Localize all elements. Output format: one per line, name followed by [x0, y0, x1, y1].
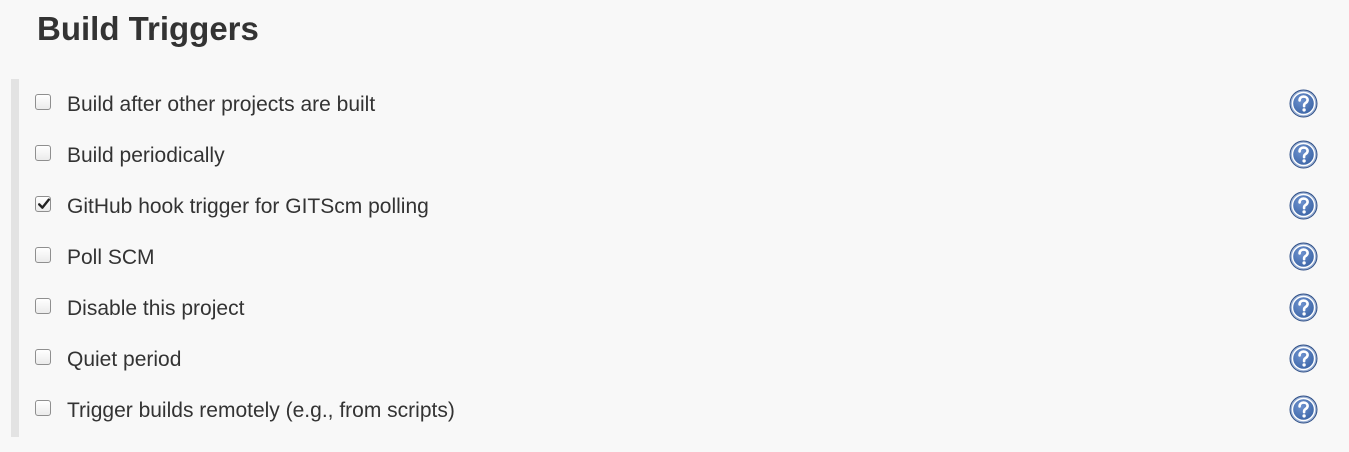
trigger-builds-remotely-label[interactable]: Trigger builds remotely (e.g., from scri… — [67, 399, 455, 423]
disable-project-checkbox[interactable] — [35, 298, 51, 314]
help-question-icon — [1289, 395, 1318, 424]
quiet-period-label[interactable]: Quiet period — [67, 348, 181, 372]
github-hook-trigger-checkbox[interactable] — [35, 196, 51, 212]
trigger-options-list: Build after other projects are built Bui… — [19, 79, 1349, 437]
trigger-option-poll-scm: Poll SCM — [19, 232, 1349, 283]
help-icon[interactable] — [1289, 242, 1318, 271]
help-icon[interactable] — [1289, 293, 1318, 322]
help-icon[interactable] — [1289, 191, 1318, 220]
trigger-option-quiet-period: Quiet period — [19, 334, 1349, 385]
github-hook-trigger-label[interactable]: GitHub hook trigger for GITScm polling — [67, 195, 429, 219]
trigger-option-build-periodically: Build periodically — [19, 130, 1349, 181]
help-icon[interactable] — [1289, 140, 1318, 169]
poll-scm-checkbox[interactable] — [35, 247, 51, 263]
help-question-icon — [1289, 242, 1318, 271]
trigger-option-build-after-other-projects: Build after other projects are built — [19, 79, 1349, 130]
help-icon[interactable] — [1289, 395, 1318, 424]
help-question-icon — [1289, 344, 1318, 373]
section-indent-rule — [11, 79, 19, 437]
trigger-option-github-hook: GitHub hook trigger for GITScm polling — [19, 181, 1349, 232]
build-periodically-checkbox[interactable] — [35, 145, 51, 161]
build-after-other-projects-checkbox[interactable] — [35, 94, 51, 110]
build-periodically-label[interactable]: Build periodically — [67, 144, 225, 168]
help-icon[interactable] — [1289, 89, 1318, 118]
help-question-icon — [1289, 140, 1318, 169]
checkmark-icon — [38, 198, 50, 209]
build-triggers-panel: Build Triggers Build after other project… — [0, 0, 1349, 452]
quiet-period-checkbox[interactable] — [35, 349, 51, 365]
help-question-icon — [1289, 89, 1318, 118]
trigger-option-disable-project: Disable this project — [19, 283, 1349, 334]
section-title: Build Triggers — [37, 10, 259, 47]
build-after-other-projects-label[interactable]: Build after other projects are built — [67, 93, 375, 117]
trigger-option-trigger-remotely: Trigger builds remotely (e.g., from scri… — [19, 385, 1349, 436]
trigger-builds-remotely-checkbox[interactable] — [35, 400, 51, 416]
help-question-icon — [1289, 293, 1318, 322]
help-question-icon — [1289, 191, 1318, 220]
poll-scm-label[interactable]: Poll SCM — [67, 246, 155, 270]
help-icon[interactable] — [1289, 344, 1318, 373]
disable-project-label[interactable]: Disable this project — [67, 297, 244, 321]
build-triggers-section: Build after other projects are built Bui… — [11, 79, 1349, 437]
